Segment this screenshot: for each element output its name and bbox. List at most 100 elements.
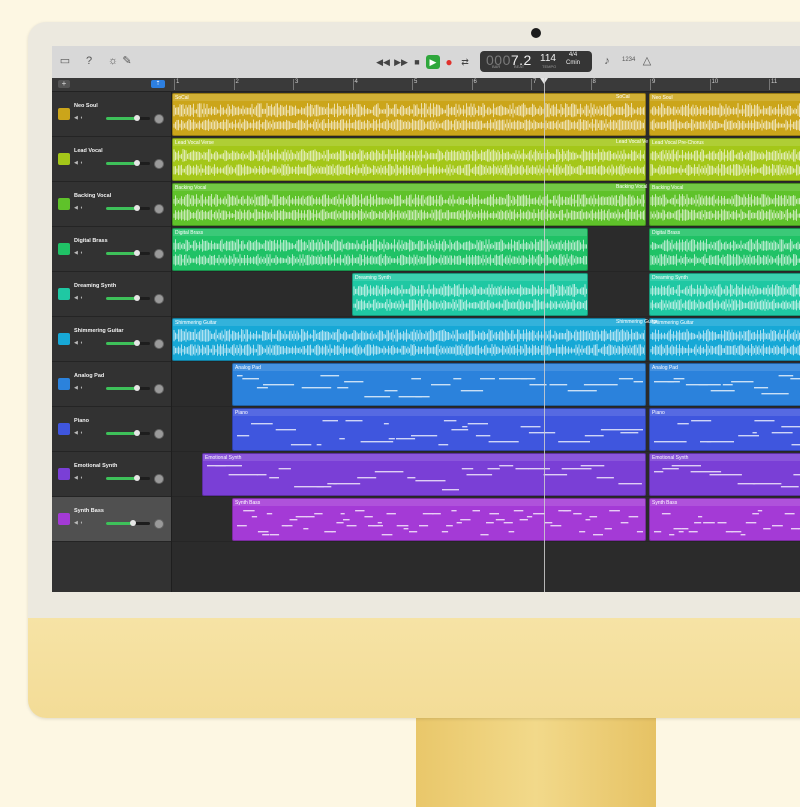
volume-slider[interactable] (106, 205, 150, 211)
pan-knob[interactable] (154, 474, 164, 484)
library-icon[interactable]: ▭ (58, 54, 72, 68)
region[interactable]: Lead Vocal Verse (172, 138, 646, 181)
region[interactable]: Emotional Synth (649, 453, 800, 496)
region-loop-label: SoCal (616, 94, 630, 100)
mute-solo-buttons[interactable]: ◀◖ (74, 205, 85, 211)
filter-button[interactable]: ⇡ (151, 80, 165, 88)
pan-knob[interactable] (154, 429, 164, 439)
tuner-icon[interactable]: ♪ (600, 54, 614, 68)
region[interactable]: Synth Bass (649, 498, 800, 541)
volume-slider[interactable] (106, 250, 150, 256)
track-lane[interactable]: SoCal SoCal Neo Soul (172, 92, 800, 137)
pan-knob[interactable] (154, 204, 164, 214)
pan-knob[interactable] (154, 159, 164, 169)
pan-knob[interactable] (154, 339, 164, 349)
region[interactable]: Neo Soul (649, 93, 800, 136)
mute-solo-buttons[interactable]: ◀◖ (74, 115, 85, 121)
region[interactable]: Analog Pad (232, 363, 646, 406)
track-lane[interactable]: Analog Pad Analog Pad (172, 362, 800, 407)
pan-knob[interactable] (154, 294, 164, 304)
track-lane[interactable]: Backing Vocal Backing Vocal Backing Vocal (172, 182, 800, 227)
mute-solo-buttons[interactable]: ◀◖ (74, 385, 85, 391)
region[interactable]: Backing Vocal (649, 183, 800, 226)
volume-slider[interactable] (106, 115, 150, 121)
region-name: Neo Soul (652, 95, 673, 101)
mute-solo-buttons[interactable]: ◀◖ (74, 160, 85, 166)
region-name: Shimmering Guitar (652, 320, 694, 326)
piano-icon (58, 423, 70, 435)
region[interactable]: Dreaming Synth (352, 273, 588, 316)
brightness-icon[interactable]: ☼ (106, 54, 120, 68)
mute-solo-buttons[interactable]: ◀◖ (74, 520, 85, 526)
ruler-bar-1: 1 (173, 79, 180, 90)
region[interactable]: Shimmering Guitar (649, 318, 800, 361)
metronome-icon[interactable]: △ (640, 54, 654, 68)
volume-slider[interactable] (106, 295, 150, 301)
play-icon[interactable]: ▶ (426, 55, 440, 69)
region[interactable]: Shimmering Guitar (172, 318, 646, 361)
region[interactable]: Backing Vocal (172, 183, 646, 226)
ruler-bar-3: 3 (292, 79, 299, 90)
scissors-icon[interactable]: ✎ (120, 54, 134, 68)
track-lane[interactable]: Digital Brass Digital Brass (172, 227, 800, 272)
forward-icon[interactable]: ▶▶ (394, 55, 408, 69)
track-header[interactable]: Emotional Synth ◀◖ (52, 452, 171, 497)
volume-slider[interactable] (106, 385, 150, 391)
region[interactable]: Lead Vocal Pre-Chorus (649, 138, 800, 181)
pan-knob[interactable] (154, 519, 164, 529)
region[interactable]: Piano (649, 408, 800, 451)
track-header[interactable]: Analog Pad ◀◖ (52, 362, 171, 407)
track-header[interactable]: Shimmering Guitar ◀◖ (52, 317, 171, 362)
volume-slider[interactable] (106, 520, 150, 526)
mute-solo-buttons[interactable]: ◀◖ (74, 475, 85, 481)
region[interactable]: Emotional Synth (202, 453, 646, 496)
track-name: Emotional Synth (74, 463, 118, 469)
region-name: Emotional Synth (205, 455, 242, 461)
track-header[interactable]: Synth Bass ◀◖ (52, 497, 171, 542)
cycle-icon[interactable]: ⇄ (458, 55, 472, 69)
track-lane[interactable]: Emotional Synth Emotional Synth (172, 452, 800, 497)
track-header[interactable]: Lead Vocal ◀◖ (52, 137, 171, 182)
record-icon[interactable]: ● (442, 55, 456, 69)
pan-knob[interactable] (154, 249, 164, 259)
stop-icon[interactable]: ■ (410, 55, 424, 69)
region[interactable]: Digital Brass (172, 228, 588, 271)
region[interactable]: SoCal (172, 93, 646, 136)
track-lane[interactable]: Lead Vocal Verse Lead Vocal Ve Lead Vocal … (172, 137, 800, 182)
mute-solo-buttons[interactable]: ◀◖ (74, 250, 85, 256)
mute-solo-buttons[interactable]: ◀◖ (74, 430, 85, 436)
mute-solo-buttons[interactable]: ◀◖ (74, 295, 85, 301)
track-header[interactable]: Digital Brass ◀◖ (52, 227, 171, 272)
region[interactable]: Analog Pad (649, 363, 800, 406)
region-name: Backing Vocal (652, 185, 684, 191)
track-lane[interactable]: Piano Piano (172, 407, 800, 452)
region-name: Digital Brass (652, 230, 681, 236)
count-in[interactable]: 1234 (622, 57, 635, 63)
pan-knob[interactable] (154, 384, 164, 394)
region[interactable]: Dreaming Synth (649, 273, 800, 316)
track-lane[interactable]: Dreaming Synth Dreaming Synth (172, 272, 800, 317)
track-header[interactable]: Neo Soul ◀◖ (52, 92, 171, 137)
volume-slider[interactable] (106, 160, 150, 166)
add-track-button[interactable]: + (58, 80, 70, 88)
timeline-ruler[interactable]: 1 2 3 4 5 6 7 8 9 10 11 (171, 78, 800, 92)
volume-slider[interactable] (106, 430, 150, 436)
track-header[interactable]: Backing Vocal ◀◖ (52, 182, 171, 227)
region[interactable]: Piano (232, 408, 646, 451)
mute-solo-buttons[interactable]: ◀◖ (74, 340, 85, 346)
region[interactable]: Digital Brass (649, 228, 800, 271)
lcd-display[interactable]: 0007.2 BAR BEAT 114 TEMPO 4/4 Cmin (480, 51, 592, 72)
pan-knob[interactable] (154, 114, 164, 124)
track-header[interactable]: Dreaming Synth ◀◖ (52, 272, 171, 317)
playhead[interactable] (544, 78, 545, 592)
rewind-icon[interactable]: ◀◀ (376, 55, 390, 69)
help-icon[interactable]: ? (82, 54, 96, 68)
track-lane[interactable]: Shimmering Guitar Shimmering Guitar Shimme… (172, 317, 800, 362)
track-name: Lead Vocal (74, 148, 103, 154)
volume-slider[interactable] (106, 475, 150, 481)
volume-slider[interactable] (106, 340, 150, 346)
tracks-area[interactable]: SoCal SoCal Neo Soul Lead Vocal Verse Lead V… (172, 92, 800, 592)
track-header[interactable]: Piano ◀◖ (52, 407, 171, 452)
region[interactable]: Synth Bass (232, 498, 646, 541)
track-lane[interactable]: Synth Bass Synth Bass (172, 497, 800, 542)
